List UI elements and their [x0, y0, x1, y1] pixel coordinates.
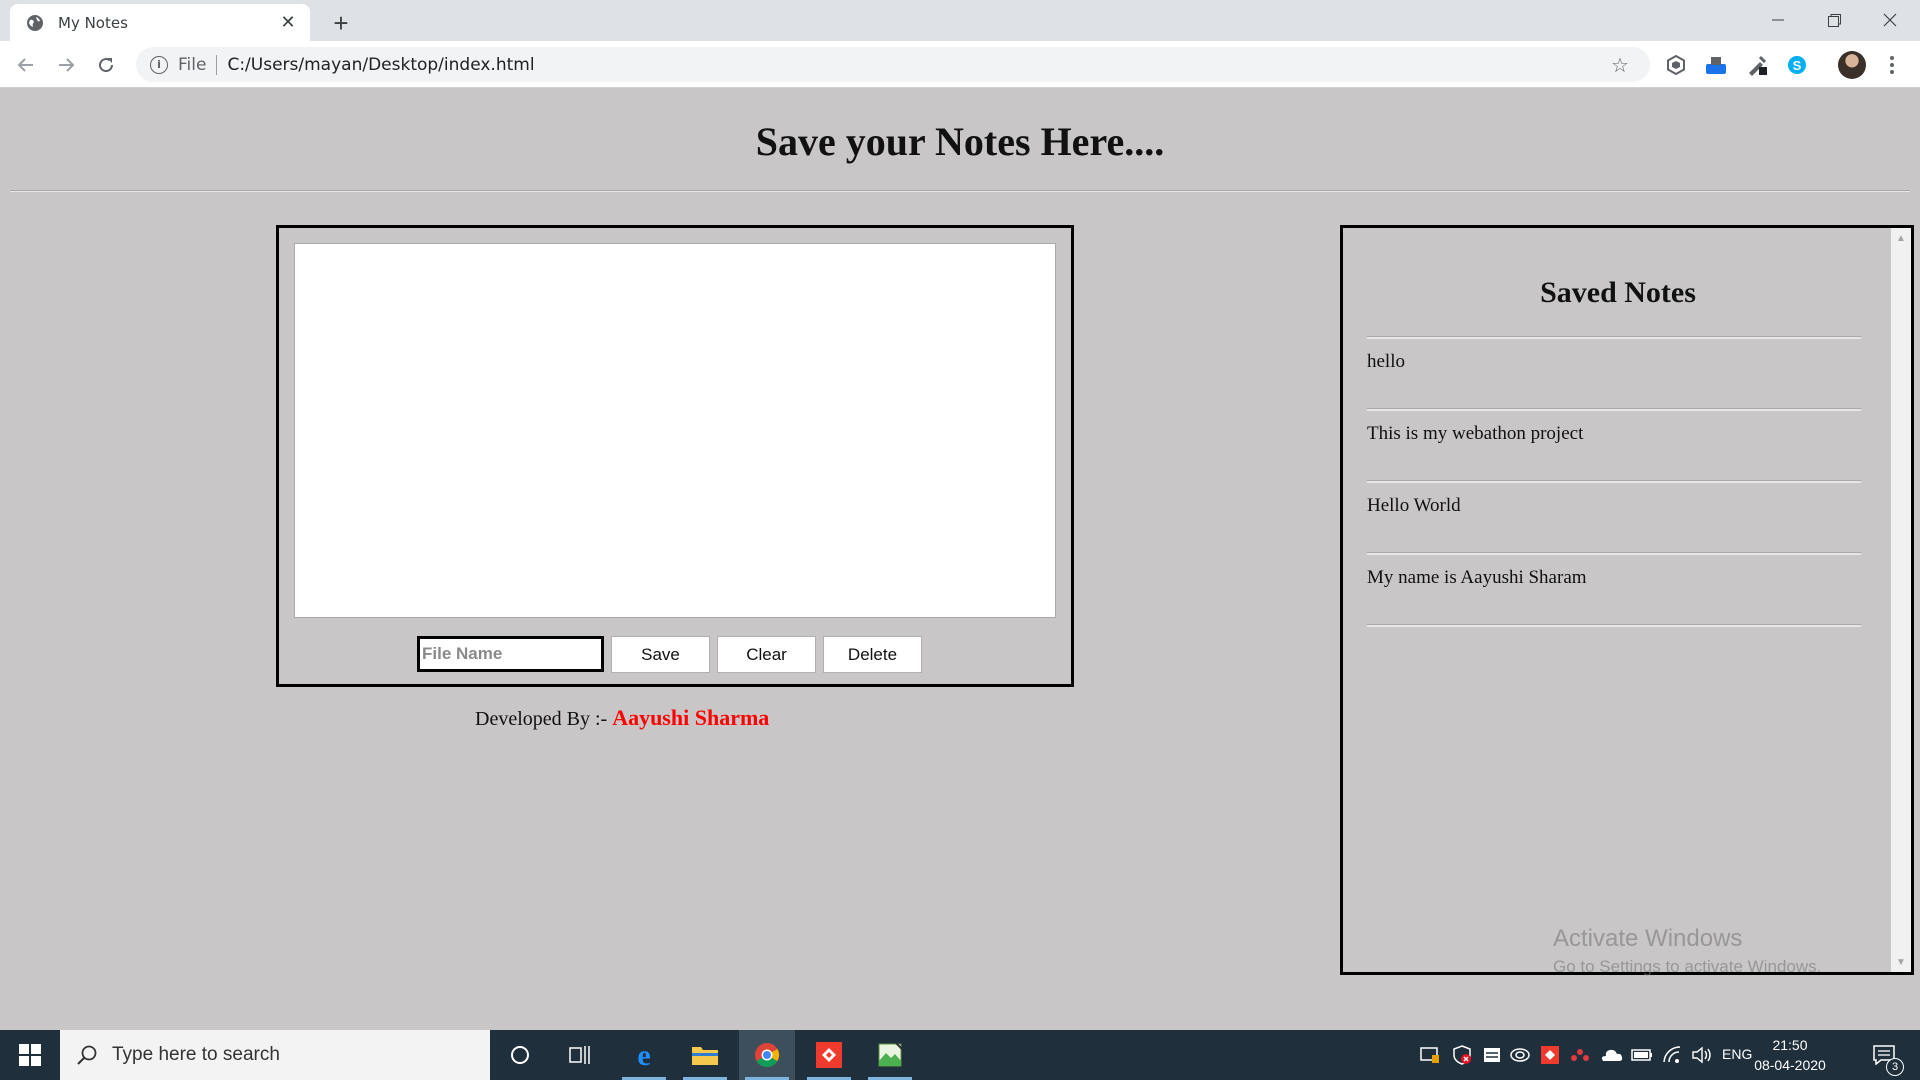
watermark-line-2: Go to Settings to activate Windows. [1553, 957, 1822, 976]
developer-credit: Developed By :- Aayushi Sharma [475, 705, 769, 731]
taskbar-paint-app[interactable] [862, 1030, 918, 1080]
search-placeholder: Type here to search [112, 1044, 280, 1065]
notification-count-badge: 3 [1886, 1058, 1904, 1076]
restore-icon [1827, 13, 1841, 27]
tray-app-icon[interactable] [1480, 1030, 1504, 1080]
editor-controls: Save Clear Delete [417, 636, 922, 673]
extension-eyedropper-icon[interactable] [1745, 53, 1769, 77]
developer-name: Aayushi Sharma [612, 705, 770, 730]
task-view-icon [569, 1046, 590, 1064]
taskbar-search-box[interactable]: Type here to search [60, 1030, 490, 1080]
extension-hexagon-icon[interactable] [1664, 53, 1688, 77]
scroll-down-arrow-icon[interactable]: ▼ [1891, 952, 1911, 972]
file-name-input[interactable] [417, 636, 604, 672]
save-button[interactable]: Save [611, 636, 710, 673]
scheme-label: File [178, 54, 207, 75]
tray-anydesk-icon[interactable] [1538, 1030, 1562, 1080]
browser-tab[interactable]: My Notes ✕ [10, 4, 310, 41]
cortana-circle-icon [511, 1046, 529, 1064]
arrow-right-icon [59, 58, 75, 72]
note-item[interactable]: Hello World [1367, 481, 1861, 553]
tray-volume-icon[interactable] [1690, 1030, 1714, 1080]
url-text[interactable]: C:/Users/mayan/Desktop/index.html [227, 55, 534, 75]
new-tab-button[interactable]: + [326, 8, 356, 38]
taskbar-anydesk[interactable] [801, 1030, 857, 1080]
credit-prefix: Developed By :- [475, 708, 608, 730]
paint-icon [878, 1042, 903, 1067]
minimize-icon [1772, 19, 1784, 21]
note-textarea[interactable] [294, 243, 1056, 618]
bookmark-star-icon[interactable]: ☆ [1608, 53, 1632, 77]
system-clock[interactable]: 21:50 08-04-2020 [1745, 1035, 1835, 1075]
profile-avatar[interactable] [1838, 51, 1866, 79]
header-divider [10, 190, 1910, 192]
reload-button[interactable] [90, 49, 122, 81]
globe-icon [26, 14, 44, 32]
close-tab-icon[interactable]: ✕ [278, 12, 298, 33]
chrome-icon [755, 1043, 780, 1068]
windows-taskbar: Type here to search e ENG 21:50 08-04-20… [0, 1030, 1920, 1080]
back-button[interactable] [10, 49, 42, 81]
cortana-button[interactable] [492, 1030, 548, 1080]
restore-button[interactable] [1806, 0, 1862, 40]
anydesk-icon [816, 1042, 842, 1068]
note-item[interactable]: hello [1367, 337, 1861, 409]
close-window-button[interactable] [1862, 0, 1918, 40]
taskbar-file-explorer[interactable] [677, 1030, 733, 1080]
tab-title: My Notes [58, 13, 128, 32]
forward-button[interactable] [50, 49, 82, 81]
start-button[interactable] [0, 1030, 60, 1080]
saved-notes-panel: Saved Notes hello This is my webathon pr… [1340, 225, 1914, 975]
edge-browser-icon: e [637, 1041, 650, 1069]
page-title: Save your Notes Here.... [755, 119, 1165, 164]
saved-notes-list: hello This is my webathon project Hello … [1367, 337, 1861, 627]
search-icon [77, 1045, 97, 1065]
taskbar-chrome[interactable] [739, 1030, 795, 1080]
reload-icon [99, 58, 114, 73]
tray-defender-icon[interactable] [1450, 1030, 1474, 1080]
menu-kebab-icon[interactable] [1884, 53, 1900, 77]
close-icon [1883, 13, 1897, 27]
activate-windows-watermark: Activate Windows Go to Settings to activ… [1553, 925, 1821, 977]
svg-text:e: e [637, 1041, 650, 1069]
arrow-left-icon [17, 58, 33, 72]
note-item[interactable]: This is my webathon project [1367, 409, 1861, 481]
scroll-up-arrow-icon[interactable]: ▲ [1891, 228, 1911, 248]
saved-notes-title: Saved Notes [1540, 276, 1696, 309]
address-bar[interactable]: i File C:/Users/mayan/Desktop/index.html… [136, 47, 1650, 82]
omnibox-divider [216, 54, 218, 75]
tray-battery-icon[interactable] [1630, 1030, 1654, 1080]
extension-scanner-icon[interactable] [1704, 53, 1728, 77]
page-content: Save your Notes Here.... Save Clear Dele… [0, 88, 1920, 1030]
folder-icon [692, 1047, 718, 1065]
tray-network-app-icon[interactable] [1568, 1030, 1592, 1080]
task-view-button[interactable] [552, 1030, 608, 1080]
notes-list-divider [1367, 625, 1861, 627]
browser-tab-strip: My Notes ✕ + [0, 0, 1920, 41]
notes-scrollbar[interactable]: ▲ ▼ [1891, 228, 1911, 972]
skype-icon[interactable]: S [1785, 53, 1809, 77]
note-editor-panel: Save Clear Delete [276, 225, 1074, 687]
tray-onedrive-icon[interactable] [1598, 1030, 1624, 1080]
delete-button[interactable]: Delete [823, 636, 922, 673]
watermark-line-1: Activate Windows [1553, 925, 1743, 952]
browser-toolbar: i File C:/Users/mayan/Desktop/index.html… [0, 41, 1920, 88]
clock-date: 08-04-2020 [1754, 1057, 1826, 1073]
minimize-button[interactable] [1750, 0, 1806, 40]
clear-button[interactable]: Clear [717, 636, 816, 673]
svg-text:S: S [1793, 58, 1802, 73]
note-item[interactable]: My name is Aayushi Sharam [1367, 553, 1861, 625]
windows-logo-icon [19, 1044, 41, 1066]
clock-time: 21:50 [1772, 1037, 1808, 1053]
tray-creative-cloud-icon[interactable] [1508, 1030, 1532, 1080]
tray-monitor-icon[interactable] [1418, 1030, 1442, 1080]
info-icon[interactable]: i [150, 55, 168, 74]
taskbar-edge[interactable]: e [616, 1030, 672, 1080]
tray-wifi-icon[interactable] [1660, 1030, 1684, 1080]
